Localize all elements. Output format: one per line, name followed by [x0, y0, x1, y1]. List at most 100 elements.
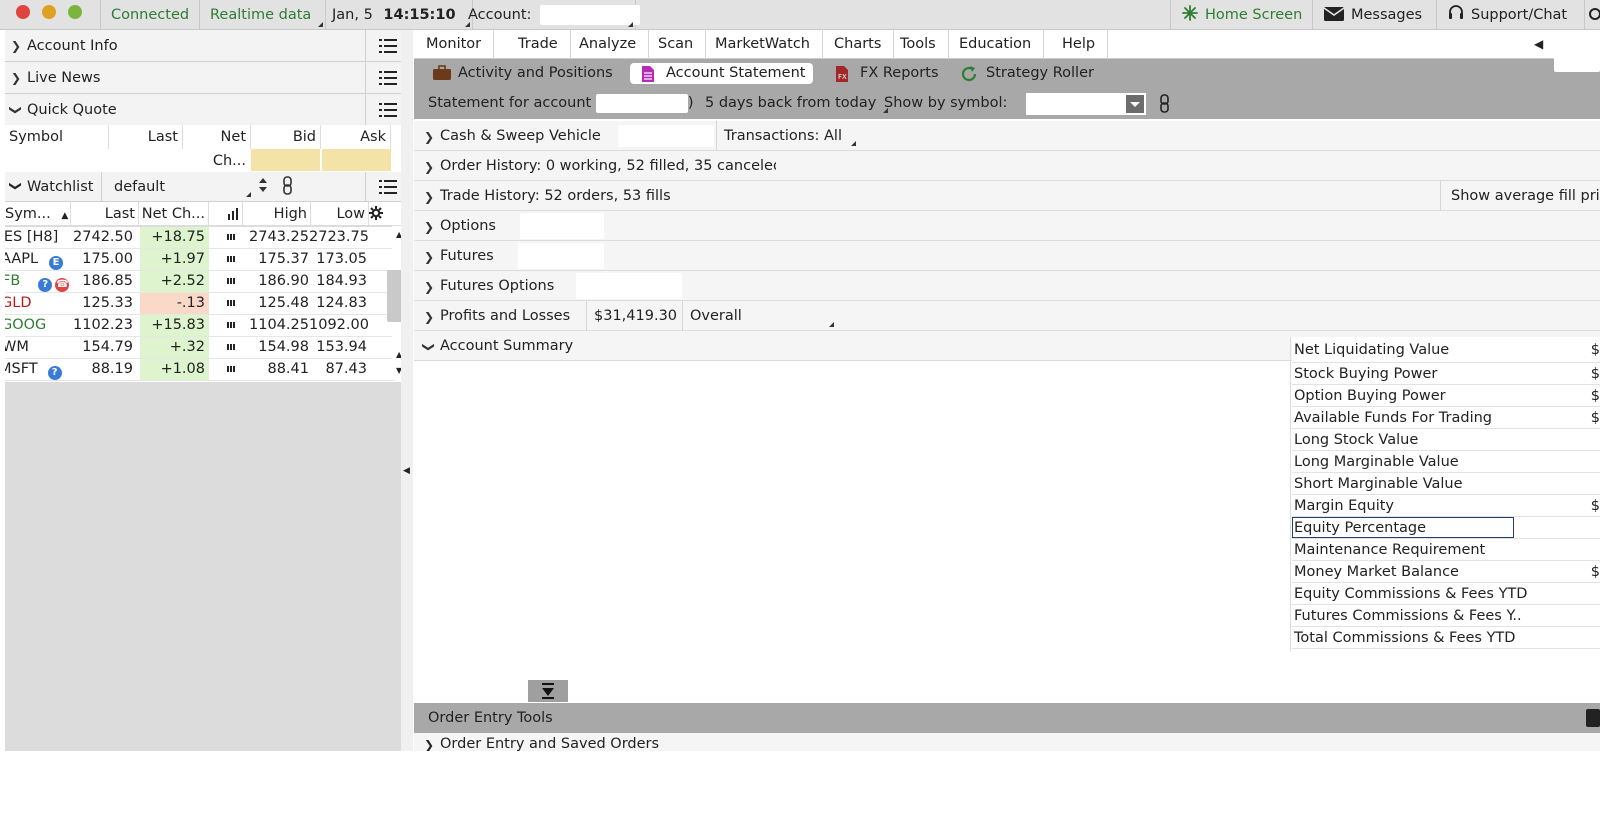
menu-scan[interactable]: Scan — [646, 30, 707, 59]
cash-sweep-section[interactable]: ❯ Cash & Sweep Vehicle Transactions: All — [414, 121, 1600, 151]
chevron-right-icon[interactable]: ❯ — [424, 250, 434, 264]
qq-col-symbol[interactable]: Symbol — [5, 125, 109, 149]
summary-row[interactable]: Long Stock Value — [1292, 429, 1600, 451]
question-info-icon[interactable]: ? — [47, 366, 62, 380]
chevron-down-icon[interactable]: ❯ — [422, 342, 436, 352]
messages-button[interactable]: Messages — [1312, 0, 1434, 30]
menu-marketwatch[interactable]: MarketWatch — [703, 30, 823, 59]
qq-col-bid[interactable]: Bid — [251, 125, 321, 149]
summary-row[interactable]: Option Buying Power $ — [1292, 385, 1600, 407]
col-high[interactable]: High — [243, 202, 311, 226]
watchlist-row[interactable]: FB? ☎ 186.85 +2.52 186.90 184.93 — [5, 271, 395, 293]
chevron-right-icon[interactable]: ❯ — [424, 310, 434, 324]
lock-icon[interactable] — [1586, 709, 1600, 727]
watchlist-row[interactable]: WM 154.79 +.32 154.98 153.94 — [5, 337, 395, 359]
account-selector[interactable]: Account: — [458, 0, 641, 30]
trade-history-section[interactable]: ❯ Trade History: 52 orders, 53 fills Sho… — [414, 181, 1600, 211]
chevron-right-icon[interactable]: ❯ — [11, 71, 21, 85]
panel-splitter[interactable]: ◀ — [401, 30, 413, 751]
summary-row[interactable]: Money Market Balance $ — [1292, 561, 1600, 583]
account-info-panel-header[interactable]: ❯ Account Info — [5, 30, 409, 62]
question-info-icon[interactable]: ? — [38, 278, 53, 292]
chevron-down-icon[interactable]: ❯ — [9, 105, 23, 115]
minimize-window-button[interactable] — [42, 5, 56, 19]
support-chat-button[interactable]: Support/Chat — [1436, 0, 1579, 30]
profits-losses-section[interactable]: ❯ Profits and Losses $31,419.30 Overall — [414, 301, 1600, 331]
watchlist-row[interactable]: /ES [H8] 2742.50 +18.75 2743.25 2723.75 — [5, 227, 395, 249]
chevron-down-icon[interactable]: ❯ — [9, 181, 23, 191]
datetime-display[interactable]: Jan, 5 14:15:10 — [322, 0, 473, 30]
chevron-right-icon[interactable]: ❯ — [424, 220, 434, 234]
tab-strategy-roller[interactable]: Strategy Roller — [950, 63, 1102, 84]
overflow-icon[interactable] — [1584, 0, 1600, 30]
chevron-right-icon[interactable]: ❯ — [424, 738, 434, 751]
summary-row[interactable]: Short Marginable Value — [1292, 473, 1600, 495]
menu-tools[interactable]: Tools — [888, 30, 949, 59]
watchlist-sort-stepper[interactable] — [257, 175, 275, 199]
date-range-dropdown[interactable]: 5 days back from today — [699, 88, 890, 119]
summary-row[interactable]: Long Marginable Value — [1292, 451, 1600, 473]
qq-ask-cell[interactable] — [322, 149, 391, 171]
transactions-filter-dropdown[interactable]: Transactions: All — [716, 121, 858, 151]
options-section[interactable]: ❯ Options — [414, 211, 1600, 241]
home-screen-button[interactable]: Home Screen — [1170, 0, 1314, 30]
close-window-button[interactable] — [16, 5, 30, 19]
symbol-filter-combobox[interactable] — [1026, 93, 1146, 115]
chevron-right-icon[interactable]: ❯ — [424, 130, 434, 144]
qq-bid-cell[interactable] — [251, 149, 320, 171]
tab-activity-and-positions[interactable]: Activity and Positions — [422, 63, 621, 84]
watchlist-row[interactable]: AAPL E 175.00 +1.97 175.37 173.05 — [5, 249, 395, 271]
earnings-info-icon[interactable]: E — [49, 256, 64, 270]
col-last[interactable]: Last — [71, 202, 139, 226]
watchlist-row[interactable]: MSFT? 88.19 +1.08 88.41 87.43 — [5, 359, 395, 381]
collapse-panel-button[interactable] — [528, 680, 568, 702]
dropdown-button[interactable] — [1126, 95, 1144, 113]
col-symbol[interactable]: Sym... ▲ — [5, 202, 71, 226]
menu-charts[interactable]: Charts — [822, 30, 895, 59]
chevron-right-icon[interactable]: ❯ — [424, 280, 434, 294]
watchlist-row[interactable]: GOOG 1102.23 +15.83 1104.25 1092.00 — [5, 315, 395, 337]
summary-row[interactable]: Net Liquidating Value $ — [1292, 337, 1600, 363]
qq-col-last[interactable]: Last — [109, 125, 183, 149]
qq-col-net-change[interactable]: Net Ch... — [183, 125, 251, 169]
alert-phone-icon[interactable]: ☎ — [55, 278, 70, 292]
order-entry-tools-header[interactable]: Order Entry Tools — [414, 703, 1600, 733]
watchlist-row[interactable]: GLD 125.33 -.13 125.48 124.83 — [5, 293, 395, 315]
order-history-section[interactable]: ❯ Order History: 0 working, 52 filled, 3… — [414, 151, 1600, 181]
collapse-left-icon[interactable]: ◀ — [403, 466, 410, 476]
tab-account-statement[interactable]: Account Statement — [630, 63, 814, 84]
order-entry-saved-section[interactable]: ❯ Order Entry and Saved Orders — [414, 733, 1600, 751]
chevron-right-icon[interactable]: ❯ — [424, 190, 434, 204]
tab-fx-reports[interactable]: FX FX Reports — [824, 63, 947, 84]
menu-education[interactable]: Education — [947, 30, 1045, 59]
avg-fill-price-toggle[interactable]: Show average fill prices — [1440, 181, 1600, 211]
menu-monitor[interactable]: Monitor — [414, 30, 495, 59]
link-button[interactable] — [281, 176, 303, 200]
live-news-panel-header[interactable]: ❯ Live News — [5, 62, 409, 94]
summary-row[interactable]: Stock Buying Power $ — [1292, 363, 1600, 385]
menu-help[interactable]: Help — [1050, 30, 1109, 59]
col-net-change[interactable]: Net Ch... — [139, 202, 209, 226]
quick-quote-panel-header[interactable]: ❯ Quick Quote — [5, 94, 409, 126]
summary-row[interactable]: Futures Commissions & Fees Y.. — [1292, 605, 1600, 627]
pnl-mode-dropdown[interactable]: Overall — [682, 301, 836, 331]
link-button[interactable] — [1158, 94, 1172, 118]
qq-col-ask[interactable]: Ask — [321, 125, 391, 149]
summary-row[interactable]: Maintenance Requirement — [1292, 539, 1600, 561]
summary-row[interactable]: Equity Commissions & Fees YTD — [1292, 583, 1600, 605]
settings-gear-icon[interactable] — [369, 206, 383, 224]
data-mode-dropdown[interactable]: Realtime data — [200, 0, 327, 30]
futures-section[interactable]: ❯ Futures — [414, 241, 1600, 271]
chevron-right-icon[interactable]: ❯ — [11, 39, 21, 53]
col-volume-bars[interactable] — [209, 202, 243, 226]
col-low[interactable]: Low — [311, 202, 369, 226]
chevron-right-icon[interactable]: ❯ — [424, 160, 434, 174]
summary-row[interactable]: Total Commissions & Fees YTD — [1292, 627, 1600, 649]
menu-trade[interactable]: Trade — [506, 30, 571, 59]
arrow-left-icon[interactable]: ◀ — [1534, 37, 1543, 51]
menu-analyze[interactable]: Analyze — [567, 30, 650, 59]
maximize-window-button[interactable] — [68, 5, 82, 19]
futures-options-section[interactable]: ❯ Futures Options — [414, 271, 1600, 301]
summary-row[interactable]: Margin Equity $ — [1292, 495, 1600, 517]
summary-row[interactable]: Equity Percentage — [1292, 517, 1600, 539]
